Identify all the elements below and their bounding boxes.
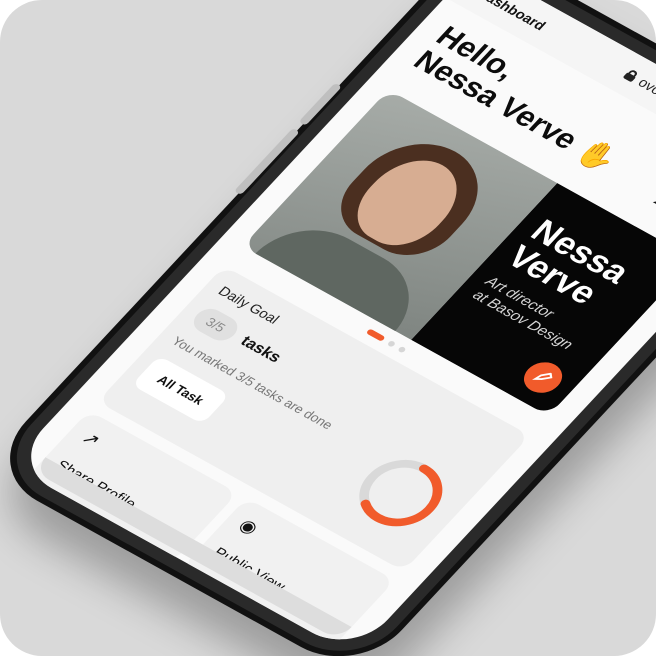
notification-icon[interactable] bbox=[648, 187, 656, 214]
goal-unit: tasks bbox=[237, 332, 285, 366]
phone-mockup: Dashboard ovou.me Hello, Nessa Verve ✋ N… bbox=[0, 0, 656, 656]
carousel-dot[interactable] bbox=[386, 340, 397, 348]
carousel-dot[interactable] bbox=[365, 328, 386, 342]
goal-count: 3/5 bbox=[187, 304, 244, 346]
pencil-icon bbox=[532, 372, 553, 380]
background-frame: Dashboard ovou.me Hello, Nessa Verve ✋ N… bbox=[0, 0, 656, 656]
lock-icon bbox=[622, 68, 639, 82]
carousel-dot[interactable] bbox=[397, 345, 407, 354]
